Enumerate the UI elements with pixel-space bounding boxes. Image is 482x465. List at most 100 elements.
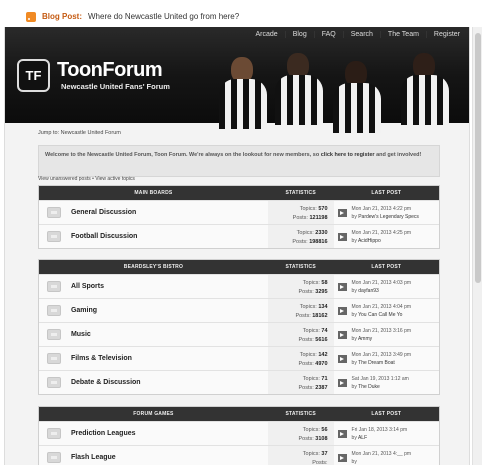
forum-title-link[interactable]: Prediction Leagues xyxy=(71,430,268,437)
forum-row: General Discussion Topics: 570 Posts: 121… xyxy=(39,200,439,224)
col-statistics: STATISTICS xyxy=(285,411,316,417)
goto-post-icon[interactable] xyxy=(337,378,347,387)
nav-search[interactable]: Search xyxy=(342,31,380,38)
forum-row: Films & Television Topics: 142 Posts: 497… xyxy=(39,346,439,370)
col-last-post: LAST POST xyxy=(371,264,402,270)
forum-title-link[interactable]: All Sports xyxy=(71,283,268,290)
forum-read-icon xyxy=(47,452,61,463)
goto-post-icon[interactable] xyxy=(337,232,347,241)
goto-post-icon[interactable] xyxy=(337,453,347,462)
nav-the-team[interactable]: The Team xyxy=(379,31,426,38)
welcome-tail: and get involved! xyxy=(374,152,422,158)
posts-count: 198816 xyxy=(309,238,328,245)
posts-count: 5616 xyxy=(315,336,328,343)
forum-title-link[interactable]: General Discussion xyxy=(71,209,268,216)
nav-faq[interactable]: FAQ xyxy=(313,31,343,38)
last-post-date: Sat Jan 19, 2013 1:12 am xyxy=(351,375,409,382)
forum-title-link[interactable]: Gaming xyxy=(71,307,268,314)
last-post-date: Mon Jan 21, 2013 4:__ pm xyxy=(351,450,412,457)
posts-count: 2387 xyxy=(315,384,328,391)
forum-stats: Topics: 142 Posts: 4970 xyxy=(267,347,334,370)
logo-title[interactable]: ToonForum xyxy=(57,59,163,82)
player-figure xyxy=(275,53,323,125)
posts-count: 3108 xyxy=(315,435,328,442)
blog-title-link[interactable]: Where do Newcastle United go from here? xyxy=(88,12,239,21)
last-post: Fri Jan 18, 2013 3:14 pm by ALF xyxy=(334,422,439,445)
goto-post-icon[interactable] xyxy=(337,330,347,339)
goto-post-icon[interactable] xyxy=(337,282,347,291)
forum-stats: Topics: 58 Posts: 3295 xyxy=(267,275,334,298)
forum-section-main-boards: MAIN BOARDS STATISTICS LAST POST General… xyxy=(38,185,440,249)
welcome-notice: Welcome to the Newcastle United Forum, T… xyxy=(38,145,440,177)
forum-read-icon xyxy=(47,329,61,340)
breadcrumb[interactable]: Jump to: Newcastle United Forum xyxy=(38,130,121,136)
player-figure xyxy=(333,61,381,133)
forum-read-icon xyxy=(47,377,61,388)
last-post: Mon Jan 21, 2013 4:25 pm by AcidHippo xyxy=(334,225,439,248)
last-post-author[interactable]: ALF xyxy=(358,435,367,441)
topics-count: 71 xyxy=(321,376,328,382)
col-last-post: LAST POST xyxy=(371,190,402,196)
section-header: FORUM GAMES STATISTICS LAST POST xyxy=(39,407,439,421)
posts-count: 18162 xyxy=(312,312,328,319)
last-post-author[interactable]: You Can Call Me Yo xyxy=(358,312,402,318)
last-post: Mon Jan 21, 2013 4:04 pm by You Can Call … xyxy=(334,299,439,322)
player-figure xyxy=(219,57,267,129)
forum-title-link[interactable]: Football Discussion xyxy=(71,233,268,240)
top-nav: Arcade Blog FAQ Search The Team Register xyxy=(249,31,467,38)
last-post: Mon Jan 21, 2013 4:__ pm by xyxy=(334,446,439,465)
forum-row: Music Topics: 74 Posts: 5616 Mon Jan 21, … xyxy=(39,322,439,346)
nav-blog[interactable]: Blog xyxy=(284,31,314,38)
col-last-post: LAST POST xyxy=(371,411,402,417)
forum-section-forum-games: FORUM GAMES STATISTICS LAST POST Predict… xyxy=(38,406,440,465)
scrollbar-thumb[interactable] xyxy=(475,33,481,283)
logo-subtitle: Newcastle United Fans' Forum xyxy=(61,82,170,91)
last-post-author[interactable]: dayfan93 xyxy=(358,288,379,294)
forum-read-icon xyxy=(47,428,61,439)
last-post-date: Mon Jan 21, 2013 3:16 pm xyxy=(351,327,412,334)
goto-post-icon[interactable] xyxy=(337,354,347,363)
forum-row: Football Discussion Topics: 2330 Posts: 1… xyxy=(39,224,439,248)
forum-read-icon xyxy=(47,231,61,242)
nav-arcade[interactable]: Arcade xyxy=(249,31,285,38)
forum-row: Gaming Topics: 134 Posts: 18162 Mon Jan 2… xyxy=(39,298,439,322)
site-header: Arcade Blog FAQ Search The Team Register… xyxy=(5,27,469,133)
quick-links[interactable]: View unanswered posts • View active topi… xyxy=(38,176,135,182)
forum-row: Flash League Topics: 37 Posts: Mon Jan 21… xyxy=(39,445,439,465)
last-post-author[interactable]: Ammy xyxy=(358,336,372,342)
last-post-author[interactable]: AcidHippo xyxy=(358,238,381,244)
register-link[interactable]: click here to register xyxy=(321,152,375,158)
last-post: Mon Jan 21, 2013 4:03 pm by dayfan93 xyxy=(334,275,439,298)
section-header: BEARDSLEY'S BISTRO STATISTICS LAST POST xyxy=(39,260,439,274)
posts-count: 4970 xyxy=(315,360,328,367)
goto-post-icon[interactable] xyxy=(337,208,347,217)
last-post: Mon Jan 21, 2013 4:22 pm by Pardew's Lege… xyxy=(334,201,439,224)
forum-title-link[interactable]: Music xyxy=(71,331,268,338)
col-statistics: STATISTICS xyxy=(285,190,316,196)
topics-count: 74 xyxy=(321,328,328,334)
last-post: Sat Jan 19, 2013 1:12 am by The Duke xyxy=(334,371,439,394)
last-post-author[interactable]: The Dream Boat xyxy=(358,360,395,366)
section-title: BEARDSLEY'S BISTRO xyxy=(123,264,184,270)
blog-label: Blog Post: xyxy=(42,12,82,21)
forum-title-link[interactable]: Debate & Discussion xyxy=(71,379,268,386)
last-post-author[interactable]: The Duke xyxy=(358,384,380,390)
section-title: MAIN BOARDS xyxy=(134,190,173,196)
nav-register[interactable]: Register xyxy=(425,31,467,38)
rss-icon xyxy=(26,11,36,22)
goto-post-icon[interactable] xyxy=(337,429,347,438)
player-figure xyxy=(401,53,449,125)
vertical-scrollbar[interactable] xyxy=(472,27,482,465)
goto-post-icon[interactable] xyxy=(337,306,347,315)
topics-count: 134 xyxy=(318,304,328,310)
last-post-date: Fri Jan 18, 2013 3:14 pm xyxy=(351,426,408,433)
forum-title-link[interactable]: Flash League xyxy=(71,454,268,461)
last-post-author[interactable]: Pardew's Legendary Specs xyxy=(358,214,419,220)
posts-count: 121198 xyxy=(309,214,328,221)
forum-title-link[interactable]: Films & Television xyxy=(71,355,268,362)
forum-read-icon xyxy=(47,305,61,316)
logo-mark[interactable]: TF xyxy=(17,59,50,92)
forum-stats: Topics: 74 Posts: 5616 xyxy=(267,323,334,346)
forum-read-icon xyxy=(47,207,61,218)
header-banner-players xyxy=(205,45,469,133)
